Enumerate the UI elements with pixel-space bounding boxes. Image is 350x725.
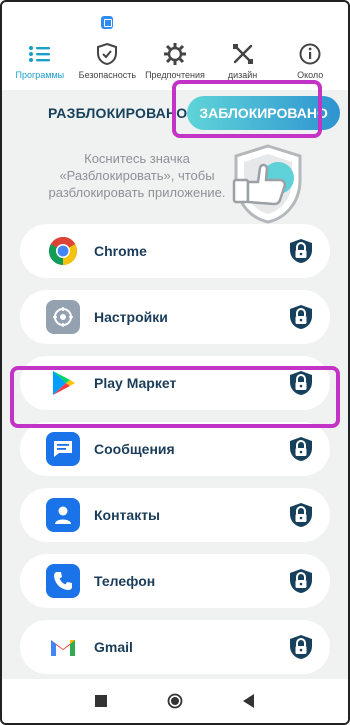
tab-unlocked[interactable]: РАЗБЛОКИРОВАНО [48,105,187,121]
app-name: Контакты [94,507,161,523]
info-icon [298,42,322,66]
list-item[interactable]: Настройки [20,290,330,344]
app-window: Программы Безопасность Предпочтения диза… [0,0,350,725]
gmail-icon [46,630,80,664]
shield-thumb-illustration-icon [232,144,302,224]
contacts-icon [46,498,80,532]
main-content: РАЗБЛОКИРОВАНО ЗАБЛОКИРОВАНО Коснитесь з… [2,80,348,679]
app-name: Chrome [94,243,147,259]
app-name: Gmail [94,639,133,655]
app-name: Телефон [94,573,156,589]
list-item[interactable]: Сообщения [20,422,330,476]
hint-section: Коснитесь значка «Разблокировать», чтобы… [2,136,348,224]
notification-icon [101,16,113,29]
list-item[interactable]: Телефон [20,554,330,608]
list-icon [28,42,52,66]
lock-shield-icon[interactable] [288,634,314,660]
highlight-box-tab [172,80,322,138]
lock-shield-icon[interactable] [288,238,314,264]
system-nav-bar [2,679,348,723]
paint-tools-icon [231,42,255,66]
app-name: Настройки [94,309,168,325]
lock-shield-icon[interactable] [288,502,314,528]
nav-label: дизайн [227,70,258,80]
nav-label: Около [297,70,324,80]
app-list: Chrome Настройки Play Маркет Сообщения К… [2,224,348,674]
messages-icon [46,432,80,466]
nav-security[interactable]: Безопасность [74,38,142,90]
status-bar [2,2,348,38]
back-triangle-icon[interactable] [241,693,257,709]
nav-programs[interactable]: Программы [6,38,74,90]
lock-shield-icon[interactable] [288,304,314,330]
app-name: Сообщения [94,441,175,457]
list-item[interactable]: Контакты [20,488,330,542]
lock-shield-icon[interactable] [288,568,314,594]
highlight-box-app [10,366,340,428]
list-item[interactable]: Chrome [20,224,330,278]
home-circle-icon[interactable] [167,693,183,709]
settings-icon [46,300,80,334]
recents-square-icon[interactable] [93,693,109,709]
nav-label: Предпочтения [145,70,205,80]
nav-label: Безопасность [78,70,137,80]
hint-text: Коснитесь значка «Разблокировать», чтобы… [48,151,226,200]
shield-check-icon [95,42,119,66]
gear-icon [163,42,187,66]
phone-icon [46,564,80,598]
chrome-icon [46,234,80,268]
list-item[interactable]: Gmail [20,620,330,674]
lock-shield-icon[interactable] [288,436,314,462]
nav-label: Программы [15,70,65,80]
